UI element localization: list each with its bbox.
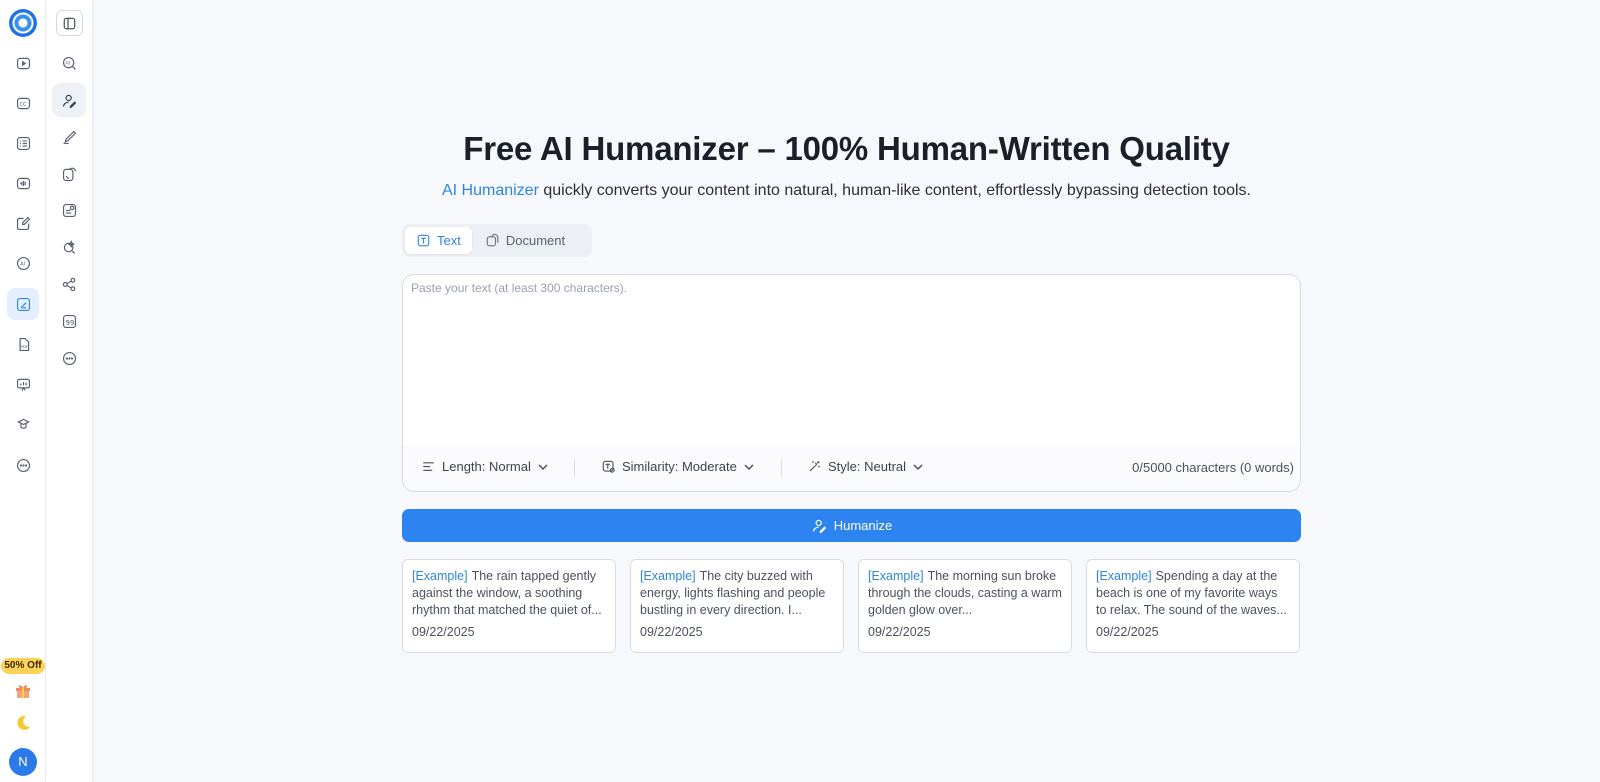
divider — [781, 459, 782, 477]
text-editor: Length: Normal Similarity: Moderate Styl… — [402, 274, 1301, 492]
example-card[interactable]: [Example] The city buzzed with energy, li… — [630, 559, 844, 653]
style-dropdown[interactable]: Style: Neutral — [807, 459, 924, 474]
editor-options-bar: Length: Normal Similarity: Moderate Styl… — [403, 445, 1300, 491]
example-card[interactable]: [Example] The rain tapped gently against … — [402, 559, 616, 653]
logo-icon[interactable] — [9, 9, 37, 37]
similarity-icon — [602, 460, 615, 473]
humanize-label: Humanize — [833, 518, 893, 533]
quote-icon[interactable]: 99 — [52, 304, 86, 338]
example-tag: [Example] — [1096, 569, 1152, 583]
plagiarism-icon[interactable] — [52, 230, 86, 264]
example-excerpt: [Example] The city buzzed with energy, li… — [640, 568, 834, 619]
humanize-button[interactable]: Humanize — [402, 509, 1301, 542]
example-date: 09/22/2025 — [412, 625, 475, 639]
length-icon — [423, 462, 434, 471]
video-icon[interactable] — [7, 47, 39, 79]
sidebar-toggle-button[interactable] — [56, 10, 83, 36]
pen-icon[interactable] — [52, 120, 86, 154]
tab-text-label: Text — [437, 233, 461, 248]
moon-icon[interactable] — [13, 713, 33, 733]
humanizer-icon — [812, 519, 827, 533]
svg-text:99: 99 — [65, 318, 74, 326]
chevron-down-icon — [744, 463, 754, 470]
example-date: 09/22/2025 — [868, 625, 931, 639]
character-counter: 0/5000 characters (0 words) — [1132, 460, 1294, 475]
mode-tabs: Text Document — [402, 224, 592, 257]
audio-icon[interactable] — [7, 167, 39, 199]
avatar[interactable]: N — [9, 748, 37, 776]
ai-search-icon[interactable]: AI — [52, 46, 86, 80]
similarity-dropdown[interactable]: Similarity: Moderate — [601, 459, 755, 474]
page-subtitle: AI Humanizer quickly converts your conte… — [93, 182, 1600, 200]
caption-icon[interactable]: CC — [7, 87, 39, 119]
presentation-icon[interactable] — [7, 368, 39, 400]
example-excerpt: [Example] Spending a day at the beach is … — [1096, 568, 1290, 619]
example-tag: [Example] — [868, 569, 924, 583]
page-title: Free AI Humanizer – 100% Human-Written Q… — [463, 130, 1230, 167]
style-label: Style: Neutral — [828, 459, 907, 474]
list-icon[interactable] — [7, 127, 39, 159]
hat-icon[interactable] — [7, 408, 39, 440]
paraphrase-icon[interactable] — [52, 157, 86, 191]
magic-wand-icon — [809, 461, 820, 472]
document-icon — [486, 233, 499, 247]
svg-text:PDF: PDF — [20, 343, 27, 348]
gift-icon[interactable] — [13, 680, 33, 700]
app-rail: CC AI PDF 50% Off N — [0, 0, 46, 782]
example-card[interactable]: [Example] The morning sun broke through t… — [858, 559, 1072, 653]
svg-text:CC: CC — [19, 102, 27, 108]
sidebar-toggle-icon — [63, 17, 76, 29]
similarity-label: Similarity: Moderate — [622, 459, 737, 474]
humanizer-pen-icon[interactable] — [52, 83, 86, 117]
text-input[interactable] — [411, 281, 1291, 441]
length-dropdown[interactable]: Length: Normal — [421, 459, 549, 474]
subtitle-text: quickly converts your content into natur… — [538, 182, 1251, 199]
chevron-down-icon — [538, 463, 548, 470]
pdf-icon[interactable]: PDF — [7, 328, 39, 360]
length-label: Length: Normal — [442, 459, 531, 474]
tab-document-label: Document — [505, 233, 566, 248]
example-tag: [Example] — [412, 569, 468, 583]
example-tag: [Example] — [640, 569, 696, 583]
tool-rail: AI 99 — [46, 0, 93, 782]
tab-text[interactable]: Text — [405, 227, 472, 254]
example-excerpt: [Example] The morning sun broke through t… — [868, 568, 1062, 619]
svg-text:AI: AI — [20, 261, 25, 267]
mindmap-icon[interactable] — [52, 267, 86, 301]
example-card[interactable]: [Example] Spending a day at the beach is … — [1086, 559, 1300, 653]
ai-humanizer-link[interactable]: AI Humanizer — [442, 182, 539, 199]
svg-text:AI: AI — [65, 60, 69, 66]
example-date: 09/22/2025 — [640, 625, 703, 639]
chevron-down-icon — [913, 463, 923, 470]
divider — [574, 459, 575, 477]
example-cards: [Example] The rain tapped gently against … — [402, 559, 1301, 653]
more-tools-icon[interactable] — [52, 341, 86, 375]
tab-document[interactable]: Document — [474, 227, 576, 254]
main-content: Free AI Humanizer – 100% Human-Written Q… — [93, 0, 1600, 782]
text-icon — [417, 234, 430, 247]
grammar-icon[interactable] — [52, 193, 86, 227]
example-excerpt: [Example] The rain tapped gently against … — [412, 568, 606, 619]
edit-icon[interactable] — [7, 207, 39, 239]
promo-badge[interactable]: 50% Off — [1, 658, 45, 674]
ai-icon[interactable]: AI — [7, 247, 39, 279]
more-icon[interactable] — [7, 449, 39, 481]
example-date: 09/22/2025 — [1096, 625, 1159, 639]
humanizer-icon[interactable] — [7, 288, 39, 320]
